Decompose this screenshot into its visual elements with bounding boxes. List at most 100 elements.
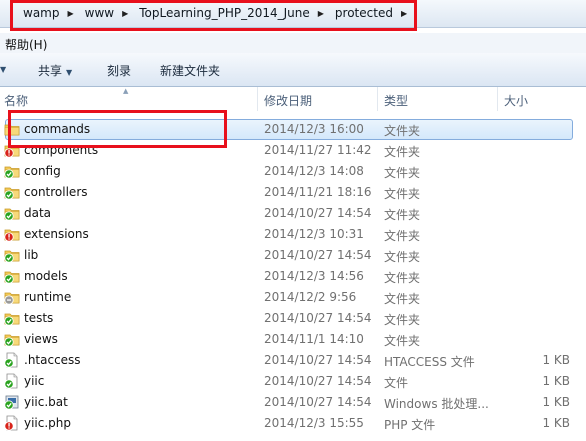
file-name: tests	[24, 311, 54, 325]
folder-synced-icon	[4, 268, 20, 284]
file-type: 文件夹	[384, 313, 421, 327]
folder-synced-icon	[4, 310, 20, 326]
folder-synced-icon	[4, 163, 20, 179]
file-name: commands	[24, 122, 91, 136]
file-row[interactable]: extensions 2014/12/3 10:31 文件夹	[0, 224, 586, 245]
file-size: 1 KB	[542, 374, 570, 388]
file-name: yiic.bat	[24, 395, 68, 409]
file-name: extensions	[24, 227, 89, 241]
breadcrumb-item-protected[interactable]: protected	[334, 6, 394, 20]
file-modified-date: 2014/12/2 9:56	[264, 290, 357, 304]
file-name: lib	[24, 248, 39, 262]
file-type: 文件夹	[384, 292, 421, 306]
file-type: 文件夹	[384, 250, 421, 264]
folder-synced-icon	[4, 205, 20, 221]
column-divider[interactable]	[497, 87, 498, 111]
column-header-size[interactable]: 大小	[504, 92, 528, 109]
file-modified-date: 2014/12/3 10:31	[264, 227, 364, 241]
file-modified-date: 2014/10/27 14:54	[264, 248, 372, 262]
share-label: 共享	[38, 64, 63, 78]
breadcrumb-item-project[interactable]: TopLearning_PHP_2014_June	[138, 6, 311, 20]
file-name: runtime	[24, 290, 72, 304]
file-modified-date: 2014/10/27 14:54	[264, 374, 372, 388]
file-modified-date: 2014/11/21 18:16	[264, 185, 372, 199]
chevron-down-icon: ▼	[66, 68, 73, 77]
file-modified-date: 2014/11/27 11:42	[264, 143, 372, 157]
menu-bar: 帮助(H)	[0, 33, 586, 53]
file-type: 文件	[384, 376, 409, 390]
file-name: yiic	[24, 374, 45, 388]
batch-file-synced-icon	[4, 394, 20, 410]
file-name: models	[24, 269, 68, 283]
breadcrumb-chevron-icon[interactable]: ▶	[401, 9, 407, 18]
folder-synced-icon	[4, 247, 20, 263]
file-type: 文件夹	[384, 145, 421, 159]
file-modified-date: 2014/10/27 14:54	[264, 311, 372, 325]
file-type: 文件夹	[384, 229, 421, 243]
menu-help[interactable]: 帮助(H)	[5, 36, 47, 53]
share-button[interactable]: 共享 ▼	[38, 62, 72, 79]
file-synced-icon	[4, 373, 20, 389]
file-name: data	[24, 206, 52, 220]
file-modified-date: 2014/10/27 14:54	[264, 395, 372, 409]
file-name: components	[24, 143, 99, 157]
file-type: 文件夹	[384, 166, 421, 180]
php-file-conflict-icon	[4, 415, 20, 431]
file-type: 文件夹	[384, 334, 421, 348]
column-header-type[interactable]: 类型	[384, 92, 408, 109]
file-type: HTACCESS 文件	[384, 355, 475, 369]
file-row[interactable]: controllers 2014/11/21 18:16 文件夹	[0, 182, 586, 203]
address-bar[interactable]: wamp ▶ www ▶ TopLearning_PHP_2014_June ▶…	[0, 0, 586, 28]
file-modified-date: 2014/10/27 14:54	[264, 206, 372, 220]
file-row[interactable]: yiic 2014/10/27 14:54 文件 1 KB	[0, 371, 586, 392]
breadcrumb-item-wamp[interactable]: wamp	[22, 6, 60, 20]
column-divider[interactable]	[377, 87, 378, 111]
file-name: views	[24, 332, 58, 346]
column-header-modified[interactable]: 修改日期	[264, 92, 312, 109]
file-row[interactable]: components 2014/11/27 11:42 文件夹	[0, 140, 586, 161]
breadcrumb-item-www[interactable]: www	[84, 6, 115, 20]
sort-ascending-icon: ▲	[123, 87, 129, 95]
file-row[interactable]: config 2014/12/3 14:08 文件夹	[0, 161, 586, 182]
file-row[interactable]: models 2014/12/3 14:56 文件夹	[0, 266, 586, 287]
breadcrumb: wamp ▶ www ▶ TopLearning_PHP_2014_June ▶…	[22, 4, 417, 22]
file-modified-date: 2014/11/1 14:10	[264, 332, 364, 346]
file-row[interactable]: runtime 2014/12/2 9:56 文件夹	[0, 287, 586, 308]
file-row[interactable]: lib 2014/10/27 14:54 文件夹	[0, 245, 586, 266]
file-modified-date: 2014/12/3 15:55	[264, 416, 364, 430]
file-name: controllers	[24, 185, 88, 199]
file-name: config	[24, 164, 61, 178]
file-type: 文件夹	[384, 187, 421, 201]
file-row[interactable]: yiic.bat 2014/10/27 14:54 Windows 批处理... 1 …	[0, 392, 586, 413]
folder-conflict-icon	[4, 226, 20, 242]
file-type: 文件夹	[384, 208, 421, 222]
file-row[interactable]: data 2014/10/27 14:54 文件夹	[0, 203, 586, 224]
command-bar: ▼ 共享 ▼ 刻录 新建文件夹	[0, 53, 586, 87]
file-size: 1 KB	[542, 416, 570, 430]
file-type: 文件夹	[384, 271, 421, 285]
burn-button[interactable]: 刻录	[107, 62, 131, 79]
file-row[interactable]: .htaccess 2014/10/27 14:54 HTACCESS 文件 1 KB	[0, 350, 586, 371]
breadcrumb-chevron-icon[interactable]: ▶	[122, 9, 128, 18]
file-modified-date: 2014/12/3 16:00	[264, 122, 364, 136]
file-modified-date: 2014/10/27 14:54	[264, 353, 372, 367]
file-row[interactable]: commands 2014/12/3 16:00 文件夹	[0, 119, 586, 140]
file-name: yiic.php	[24, 416, 72, 430]
file-modified-date: 2014/12/3 14:08	[264, 164, 364, 178]
new-folder-button[interactable]: 新建文件夹	[160, 62, 220, 79]
breadcrumb-chevron-icon[interactable]: ▶	[318, 9, 324, 18]
file-row[interactable]: tests 2014/10/27 14:54 文件夹	[0, 308, 586, 329]
file-type: PHP 文件	[384, 418, 436, 432]
folder-synced-icon	[4, 184, 20, 200]
file-row[interactable]: views 2014/11/1 14:10 文件夹	[0, 329, 586, 350]
file-modified-date: 2014/12/3 14:56	[264, 269, 364, 283]
file-row[interactable]: yiic.php 2014/12/3 15:55 PHP 文件 1 KB	[0, 413, 586, 434]
breadcrumb-chevron-icon[interactable]: ▶	[67, 9, 73, 18]
column-divider[interactable]	[257, 87, 258, 111]
organize-dropdown-icon[interactable]: ▼	[0, 65, 6, 74]
file-size: 1 KB	[542, 395, 570, 409]
column-header-name[interactable]: 名称	[4, 92, 28, 109]
file-type: Windows 批处理...	[384, 397, 489, 411]
file-name: .htaccess	[24, 353, 81, 367]
file-synced-icon	[4, 352, 20, 368]
